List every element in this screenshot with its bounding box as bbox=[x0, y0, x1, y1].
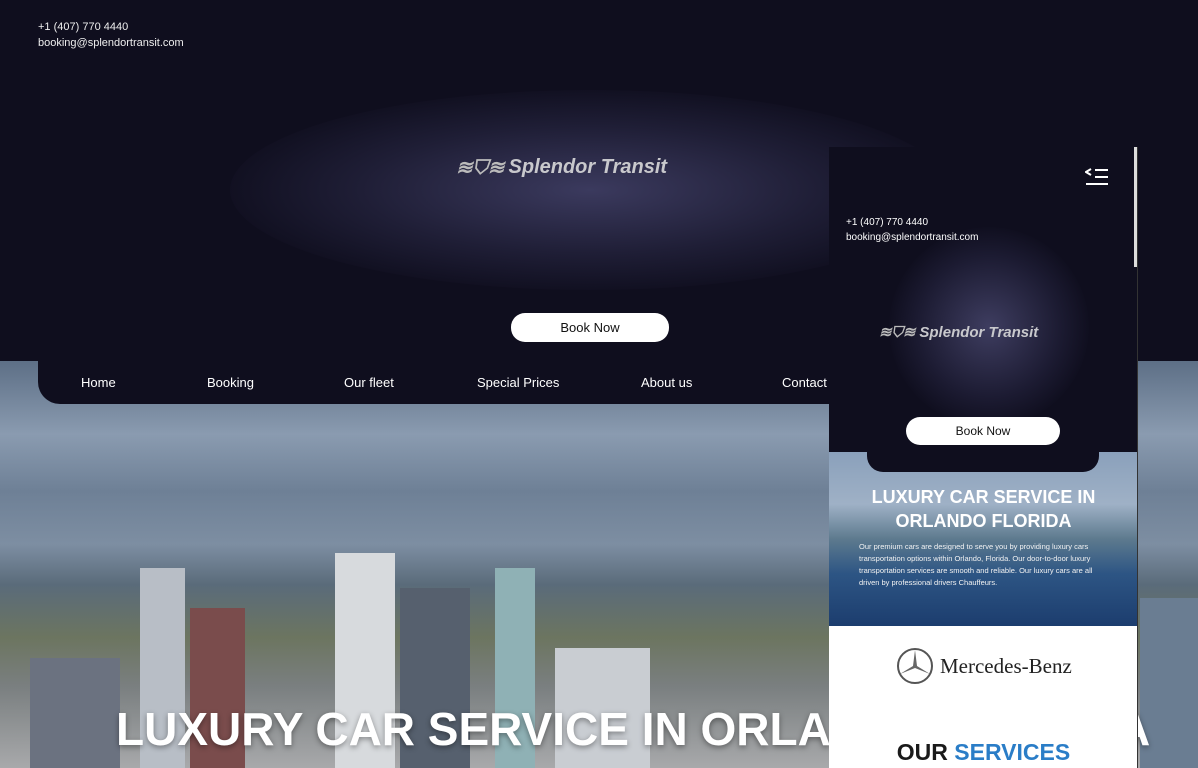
book-now-button[interactable]: Book Now bbox=[511, 313, 669, 342]
nav-home[interactable]: Home bbox=[81, 375, 116, 390]
phone-link[interactable]: +1 (407) 770 4440 bbox=[38, 19, 184, 35]
nav-special-prices[interactable]: Special Prices bbox=[477, 375, 559, 390]
mobile-logo[interactable]: ≋⛉≋ Splendor Transit bbox=[879, 323, 1039, 342]
nav-our-fleet[interactable]: Our fleet bbox=[344, 375, 394, 390]
main-nav: Home Booking Our fleet Special Prices Ab… bbox=[38, 361, 858, 404]
menu-collapse-icon[interactable] bbox=[1085, 167, 1109, 187]
nav-booking[interactable]: Booking bbox=[207, 375, 254, 390]
mobile-brand-name: Splendor Transit bbox=[919, 323, 1039, 341]
mobile-contact-info: +1 (407) 770 4440 booking@splendortransi… bbox=[846, 215, 978, 245]
building bbox=[30, 658, 120, 768]
nav-about-us[interactable]: About us bbox=[641, 375, 692, 390]
brand-name: Splendor Transit bbox=[508, 156, 668, 178]
mobile-book-now-button[interactable]: Book Now bbox=[906, 417, 1060, 445]
mobile-preview: +1 (407) 770 4440 booking@splendortransi… bbox=[829, 147, 1138, 768]
partner-name: Mercedes-Benz bbox=[940, 653, 1072, 678]
mobile-email-link[interactable]: booking@splendortransit.com bbox=[846, 230, 978, 245]
winged-shield-icon: ≋⛉≋ bbox=[456, 157, 505, 179]
services-heading-b: SERVICES bbox=[954, 739, 1071, 765]
services-heading: OUR SERVICES bbox=[829, 739, 1137, 766]
mobile-hero-text: Our premium cars are designed to serve y… bbox=[859, 542, 1093, 587]
partner-logo: Mercedes-Benz bbox=[896, 647, 1072, 685]
logo[interactable]: ≋⛉≋ Splendor Transit bbox=[456, 155, 667, 180]
mobile-hero-title: LUXURY CAR SERVICE IN ORLANDO FLORIDA bbox=[871, 487, 1096, 531]
scrollbar[interactable] bbox=[1134, 147, 1137, 267]
mobile-header-tab bbox=[867, 452, 1099, 472]
mobile-hero-image bbox=[829, 452, 1137, 626]
mobile-phone-link[interactable]: +1 (407) 770 4440 bbox=[846, 215, 978, 230]
services-heading-a: OUR bbox=[896, 739, 948, 765]
nav-contact[interactable]: Contact bbox=[782, 375, 827, 390]
email-link[interactable]: booking@splendortransit.com bbox=[38, 35, 184, 51]
winged-shield-icon: ≋⛉≋ bbox=[879, 324, 916, 341]
mercedes-star-icon bbox=[897, 648, 933, 684]
contact-info: +1 (407) 770 4440 booking@splendortransi… bbox=[38, 19, 184, 51]
